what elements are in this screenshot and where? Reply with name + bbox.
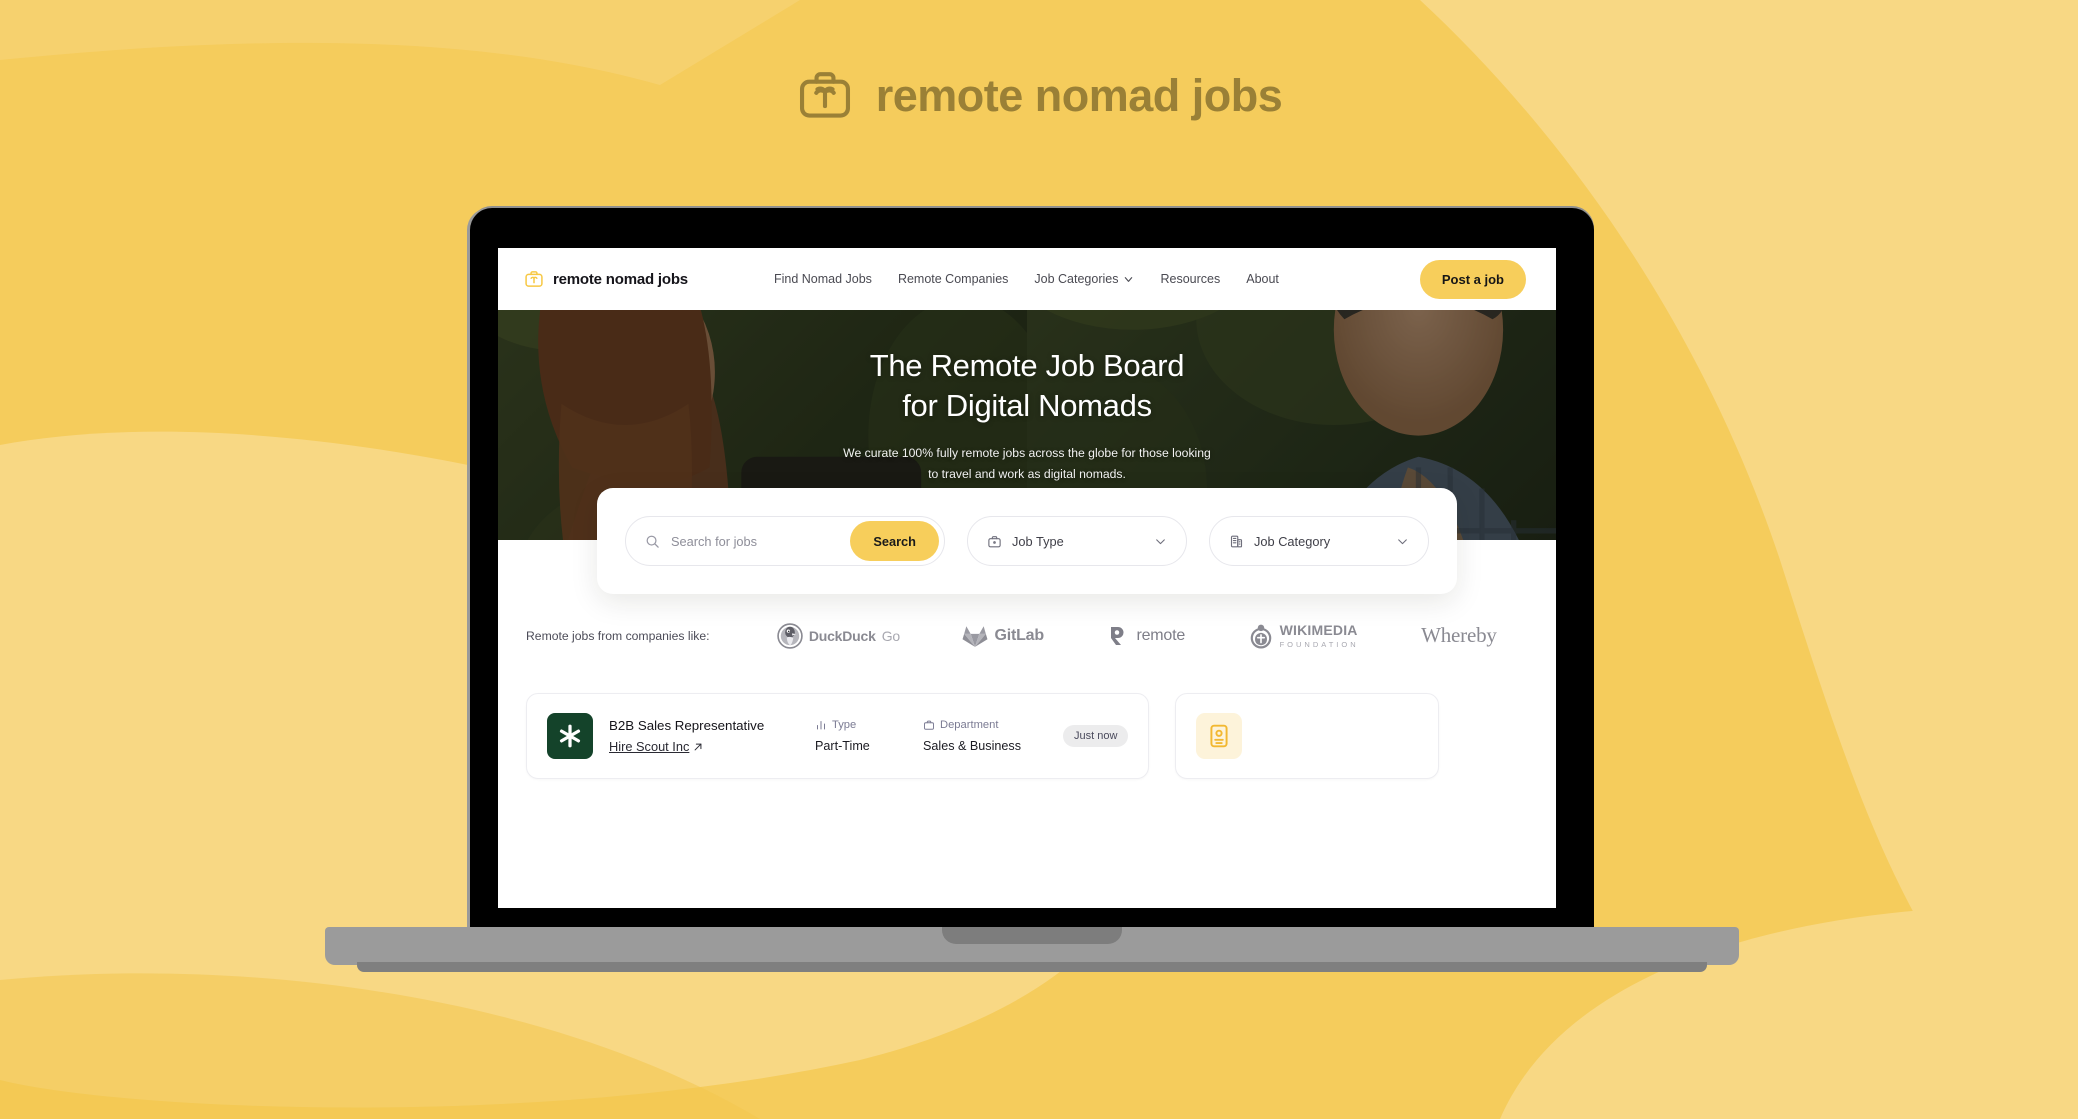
job-title: B2B Sales Representative xyxy=(609,717,765,733)
nav-item-job-categories[interactable]: Job Categories xyxy=(1034,272,1134,286)
laptop-mockup: remote nomad jobs Find Nomad Jobs Remote… xyxy=(325,208,1739,972)
job-category-label: Job Category xyxy=(1254,533,1331,549)
logo-remote: remote xyxy=(1106,624,1185,648)
laptop-base xyxy=(325,927,1739,965)
briefcase-icon xyxy=(988,535,1001,547)
brand-name: remote nomad jobs xyxy=(553,270,688,288)
post-a-job-button[interactable]: Post a job xyxy=(1419,259,1526,299)
search-field-wrapper: Search xyxy=(625,516,945,566)
hero-title: The Remote Job Board for Digital Nomads xyxy=(870,346,1185,426)
job-cards-row: B2B Sales Representative Hire Scout Inc xyxy=(498,693,1556,779)
site-header: remote nomad jobs Find Nomad Jobs Remote… xyxy=(498,248,1556,310)
company-logos-label: Remote jobs from companies like: xyxy=(526,628,710,643)
nav-label: Job Categories xyxy=(1034,272,1119,286)
chevron-down-icon xyxy=(1125,276,1133,282)
logo-word-dark: WIKIMEDIA xyxy=(1279,622,1358,638)
hero-title-line1: The Remote Job Board xyxy=(869,348,1185,383)
nav-item-find-nomad-jobs[interactable]: Find Nomad Jobs xyxy=(774,272,872,286)
laptop-screen: remote nomad jobs Find Nomad Jobs Remote… xyxy=(498,248,1556,908)
nav-label: Resources xyxy=(1160,272,1221,286)
logo-wikimedia: WIKIMEDIA FOUNDATION xyxy=(1248,622,1359,649)
hero-subtitle-line2: to travel and work as digital nomads. xyxy=(928,467,1126,482)
logo-word-light: FOUNDATION xyxy=(1279,640,1359,649)
logo-gitlab: GitLab xyxy=(962,623,1044,649)
hero-subtitle-line1: We curate 100% fully remote jobs across … xyxy=(843,445,1211,460)
job-main: B2B Sales Representative Hire Scout Inc xyxy=(609,716,799,757)
asterisk-icon xyxy=(559,724,581,748)
job-department-column: Department Sales & Business xyxy=(923,719,1047,753)
nav-label: About xyxy=(1246,272,1279,286)
job-card[interactable]: B2B Sales Representative Hire Scout Inc xyxy=(526,693,1150,779)
nav-item-about[interactable]: About xyxy=(1246,272,1279,286)
job-type-header: Type xyxy=(815,719,907,731)
main-nav: Find Nomad Jobs Remote Companies Job Cat… xyxy=(774,272,1279,286)
briefcase-palm-icon xyxy=(525,271,543,287)
job-company-link[interactable]: Hire Scout Inc xyxy=(609,739,703,754)
nav-label: Find Nomad Jobs xyxy=(773,272,872,286)
gitlab-icon xyxy=(963,625,988,647)
chevron-down-icon xyxy=(1398,538,1407,544)
job-category-dropdown[interactable]: Job Category xyxy=(1209,516,1429,566)
job-type-label: Job Type xyxy=(1012,533,1064,549)
search-panel: Search Job Type xyxy=(597,488,1457,594)
search-input[interactable] xyxy=(660,533,851,549)
job-department-header-label: Department xyxy=(940,719,999,731)
placeholder-company-logo xyxy=(1196,713,1243,759)
logo-duckduckgo: DuckDuck Go xyxy=(777,622,900,649)
brand-logo[interactable]: remote nomad jobs xyxy=(524,269,688,289)
job-company-name: Hire Scout Inc xyxy=(609,739,690,755)
laptop-foot xyxy=(357,962,1707,972)
job-card-placeholder[interactable] xyxy=(1175,693,1440,779)
job-posted-badge: Just now xyxy=(1063,725,1129,747)
job-type-header-label: Type xyxy=(832,719,857,731)
job-department-header: Department xyxy=(923,719,1047,731)
hero-title-line2: for Digital Nomads xyxy=(902,387,1152,423)
company-logo-hire-scout xyxy=(547,713,593,759)
whereby-wordmark: Whereby xyxy=(1421,623,1497,647)
logo-whereby: Whereby xyxy=(1421,623,1497,648)
external-link-icon xyxy=(694,743,702,751)
id-badge-icon xyxy=(1210,724,1228,748)
search-icon xyxy=(646,535,659,548)
nav-label: Remote Companies xyxy=(897,272,1009,286)
bar-chart-icon xyxy=(817,721,825,730)
logo-word-light: Go xyxy=(881,627,900,644)
hero-subtitle: We curate 100% fully remote jobs across … xyxy=(843,443,1211,486)
job-department-value: Sales & Business xyxy=(923,739,1022,753)
logo-word-dark: remote xyxy=(1136,626,1186,644)
logo-word-dark: GitLab xyxy=(994,626,1044,644)
search-button[interactable]: Search xyxy=(850,521,939,561)
wikimedia-icon xyxy=(1250,624,1271,648)
job-type-value: Part-Time xyxy=(815,739,870,753)
nav-item-remote-companies[interactable]: Remote Companies xyxy=(898,272,1008,286)
nav-item-resources[interactable]: Resources xyxy=(1160,272,1220,286)
building-icon xyxy=(1230,535,1243,547)
remote-icon xyxy=(1111,626,1124,645)
briefcase-icon xyxy=(924,720,934,730)
laptop-lid: remote nomad jobs Find Nomad Jobs Remote… xyxy=(470,208,1594,931)
job-type-column: Type Part-Time xyxy=(815,719,907,753)
logo-word-dark: DuckDuck xyxy=(808,627,876,644)
briefcase-palm-icon xyxy=(799,72,850,118)
job-type-dropdown[interactable]: Job Type xyxy=(967,516,1187,566)
page-title-text: remote nomad jobs xyxy=(875,69,1283,121)
duckduckgo-icon xyxy=(777,622,803,649)
page-title: remote nomad jobs xyxy=(0,66,2078,124)
company-logos-row: DuckDuck Go GitLab remote WIKIMEDIA FOUN… xyxy=(710,622,1528,649)
chevron-down-icon xyxy=(1156,538,1165,544)
